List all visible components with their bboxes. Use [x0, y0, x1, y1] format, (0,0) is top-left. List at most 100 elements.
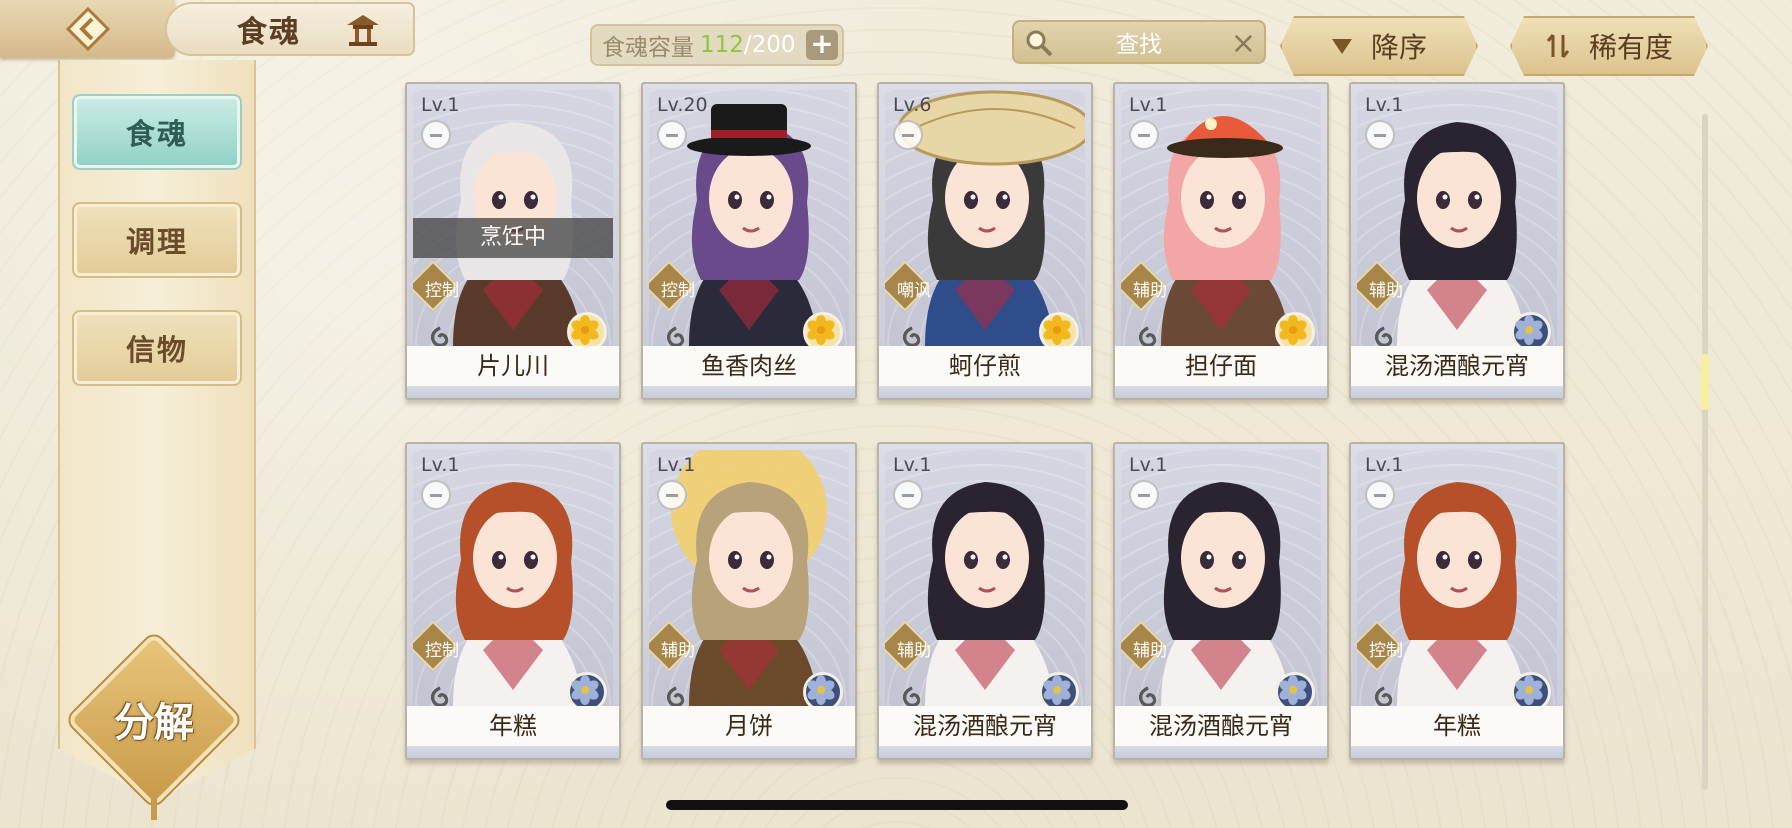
role-badge: 控制 [413, 270, 459, 306]
star-icon [903, 326, 921, 346]
lock-toggle-icon[interactable] [657, 480, 687, 510]
lock-toggle-icon[interactable] [893, 480, 923, 510]
lock-toggle-icon[interactable] [1365, 120, 1395, 150]
character-name: 片儿川 [407, 346, 619, 386]
level-label: Lv.20 [657, 94, 708, 116]
search-clear-icon[interactable]: × [1231, 26, 1256, 61]
rarity-flower-icon [1039, 312, 1079, 346]
food-soul-card[interactable]: Lv.1 辅助 担仔面 [1113, 82, 1329, 400]
card-footer [1351, 746, 1563, 758]
character-portrait: Lv.1 辅助 [1121, 450, 1321, 706]
star-icon [1375, 326, 1393, 346]
card-footer [879, 746, 1091, 758]
capacity-current: 112 [700, 32, 744, 58]
food-soul-card[interactable]: Lv.6 嘲讽 蚵仔煎 [877, 82, 1093, 400]
level-label: Lv.1 [421, 454, 460, 476]
search-placeholder: 查找 [1116, 32, 1162, 58]
lock-toggle-icon[interactable] [1129, 120, 1159, 150]
level-label: Lv.1 [1365, 94, 1404, 116]
role-badge: 辅助 [1121, 270, 1167, 306]
sort-order-label: 降序 [1370, 31, 1427, 64]
card-footer [1115, 386, 1327, 398]
scrollbar-track[interactable] [1702, 114, 1708, 790]
star-icon [1139, 326, 1157, 346]
role-label: 控制 [661, 280, 695, 301]
card-footer [1351, 386, 1563, 398]
page-title: 食魂 [237, 15, 301, 50]
card-footer [643, 746, 855, 758]
lock-toggle-icon[interactable] [893, 120, 923, 150]
sort-rarity-button[interactable]: 稀有度 [1510, 16, 1708, 76]
sidebar-item-label: 食魂 [125, 117, 188, 151]
character-name: 混汤酒酿元宵 [879, 706, 1091, 746]
role-badge: 嘲讽 [885, 270, 931, 306]
level-label: Lv.1 [893, 454, 932, 476]
pavilion-icon[interactable] [345, 13, 381, 47]
rarity-flower-icon [803, 312, 843, 346]
food-soul-card[interactable]: Lv.1 辅助 混汤酒酿元宵 [1113, 442, 1329, 760]
role-badge: 辅助 [1357, 270, 1403, 306]
food-soul-card[interactable]: Lv.1 控制 年糕 [1349, 442, 1565, 760]
sort-order-button[interactable]: 降序 [1280, 16, 1478, 76]
card-footer [643, 386, 855, 398]
character-portrait: Lv.1 控制 [413, 450, 613, 706]
decompose-label: 分解 [114, 700, 194, 746]
home-indicator[interactable] [666, 800, 1128, 810]
role-badge: 控制 [649, 270, 695, 306]
character-portrait: Lv.20 控制 [649, 90, 849, 346]
role-label: 辅助 [1369, 280, 1403, 301]
star-icon [667, 326, 685, 346]
star-icon [1139, 686, 1157, 706]
rarity-flower-icon [1511, 672, 1551, 706]
sidebar-item-shihun[interactable]: 食魂 [72, 94, 242, 170]
sort-rarity-label: 稀有度 [1588, 31, 1673, 64]
food-soul-card[interactable]: Lv.1 辅助 混汤酒酿元宵 [1349, 82, 1565, 400]
level-label: Lv.1 [1365, 454, 1404, 476]
search-field[interactable]: 查找 × [1012, 20, 1266, 64]
page-title-tab: 食魂 [165, 2, 415, 56]
lock-toggle-icon[interactable] [1129, 480, 1159, 510]
sidebar-item-xinwu[interactable]: 信物 [72, 310, 242, 386]
character-name: 担仔面 [1115, 346, 1327, 386]
character-portrait: Lv.6 嘲讽 [885, 90, 1085, 346]
role-badge: 控制 [413, 630, 459, 666]
character-name: 年糕 [407, 706, 619, 746]
capacity-add-button[interactable]: + [806, 30, 838, 60]
back-arrow-icon [65, 6, 111, 52]
role-label: 辅助 [1133, 280, 1167, 301]
lock-toggle-icon[interactable] [421, 480, 451, 510]
role-badge: 辅助 [649, 630, 695, 666]
food-soul-card[interactable]: Lv.1 辅助 月饼 [641, 442, 857, 760]
level-label: Lv.1 [657, 454, 696, 476]
card-footer [407, 386, 619, 398]
scrollbar-thumb[interactable] [1701, 354, 1709, 410]
food-soul-card[interactable]: Lv.20 控制 鱼香肉丝 [641, 82, 857, 400]
triangle-down-icon [1331, 37, 1353, 55]
level-label: Lv.1 [1129, 94, 1168, 116]
lock-toggle-icon[interactable] [1365, 480, 1395, 510]
star-icon [903, 686, 921, 706]
role-label: 辅助 [661, 640, 695, 661]
star-icon [431, 686, 449, 706]
back-button[interactable] [0, 0, 175, 58]
food-soul-card[interactable]: Lv.1 烹饪中 控制 片儿川 [405, 82, 621, 400]
cooking-status: 烹饪中 [413, 218, 613, 258]
character-portrait: Lv.1 辅助 [649, 450, 849, 706]
capacity-separator: / [743, 32, 752, 58]
level-label: Lv.6 [893, 94, 932, 116]
sidebar-item-label: 调理 [125, 225, 188, 259]
character-portrait: Lv.1 辅助 [885, 450, 1085, 706]
sort-bars-icon [1545, 33, 1571, 59]
role-label: 控制 [425, 640, 459, 661]
rarity-flower-icon [1275, 312, 1315, 346]
rarity-flower-icon [803, 672, 843, 706]
food-soul-card[interactable]: Lv.1 控制 年糕 [405, 442, 621, 760]
capacity-display: 食魂容量 112/200 + [590, 24, 844, 66]
sidebar-item-tiaoli[interactable]: 调理 [72, 202, 242, 278]
star-icon [1375, 686, 1393, 706]
lock-toggle-icon[interactable] [421, 120, 451, 150]
character-portrait: Lv.1 烹饪中 控制 [413, 90, 613, 346]
lock-toggle-icon[interactable] [657, 120, 687, 150]
food-soul-card[interactable]: Lv.1 辅助 混汤酒酿元宵 [877, 442, 1093, 760]
capacity-max: 200 [751, 32, 796, 58]
